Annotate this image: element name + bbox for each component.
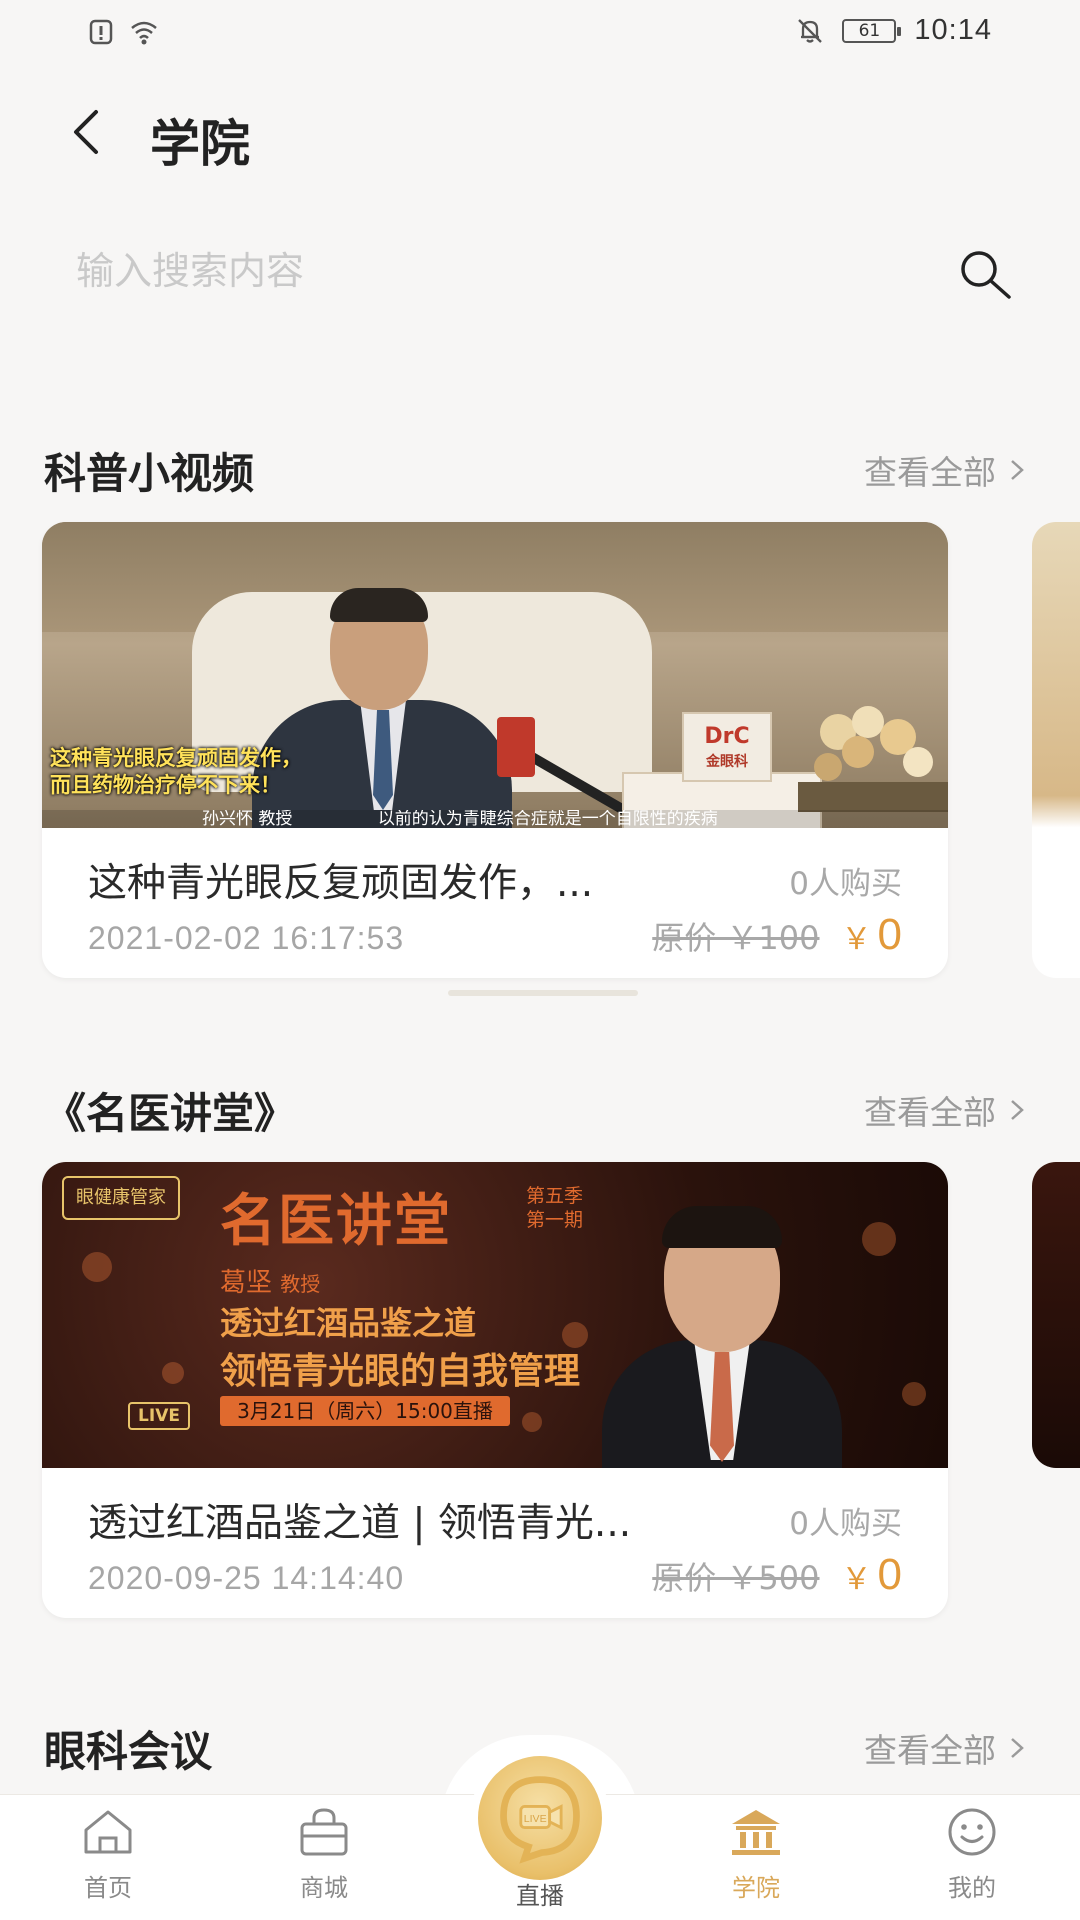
view-all-science-videos[interactable]: 查看全部 bbox=[864, 446, 1028, 494]
flowers-decoration bbox=[798, 706, 948, 812]
nav-label-live: 直播 bbox=[516, 1882, 564, 1910]
section-title-science-videos: 科普小视频 bbox=[44, 449, 255, 498]
mute-bell-icon bbox=[798, 18, 823, 43]
buyer-count: 0人购买 bbox=[789, 1506, 902, 1542]
buyer-count: 0人购买 bbox=[789, 866, 902, 902]
currency-symbol: ￥ bbox=[841, 923, 872, 956]
card-info: 透过红酒品鉴之道 | 领悟青光... 0人购买 2020-09-25 14:14… bbox=[42, 1468, 948, 1618]
academy-icon bbox=[732, 1810, 780, 1855]
lecture-line-2: 领悟青光眼的自我管理 bbox=[220, 1351, 581, 1392]
card-title: 这种青光眼反复顽固发作，... bbox=[88, 861, 594, 906]
brand-mark: DrC bbox=[704, 724, 750, 749]
view-all-label: 查看全部 bbox=[864, 1731, 996, 1770]
view-all-meetings[interactable]: 查看全部 bbox=[864, 1724, 1028, 1772]
nav-item-mine[interactable]: 我的 bbox=[902, 1806, 1042, 1903]
search-bar bbox=[60, 226, 1020, 316]
product-box: DrC 金眼科 bbox=[682, 712, 772, 782]
episode-number: 第一期 bbox=[526, 1209, 584, 1231]
doctor-figure bbox=[602, 1206, 842, 1468]
speaker-name: 孙兴怀 教授 bbox=[202, 810, 293, 828]
section-title-famous-doctor: 《名医讲堂》 bbox=[44, 1089, 297, 1138]
microphone-icon bbox=[497, 717, 535, 777]
current-price: ￥ 0 bbox=[842, 910, 902, 960]
header: 学院 bbox=[0, 80, 1080, 190]
live-camera-icon: LIVE bbox=[500, 1776, 580, 1864]
original-price: 原价 ￥500 bbox=[652, 1559, 820, 1597]
battery-level: 61 bbox=[858, 20, 881, 41]
price-value: 0 bbox=[877, 910, 902, 959]
nav-label-mine: 我的 bbox=[948, 1874, 996, 1902]
currency-symbol: ￥ bbox=[841, 1563, 872, 1596]
status-left bbox=[88, 18, 160, 46]
next-video-card-peek[interactable] bbox=[1032, 522, 1080, 978]
doctor-name-text: 葛坚 bbox=[220, 1268, 273, 1298]
nav-label-shop: 商城 bbox=[300, 1874, 348, 1902]
card-title: 透过红酒品鉴之道 | 领悟青光... bbox=[88, 1501, 632, 1546]
original-price: 原价 ￥100 bbox=[652, 919, 820, 957]
price-row: 原价 ￥500 ￥ 0 bbox=[652, 1550, 902, 1600]
search-icon[interactable] bbox=[954, 244, 1016, 306]
doctor-title: 教授 bbox=[280, 1272, 321, 1296]
brand-logo: 眼健康管家 bbox=[62, 1176, 180, 1220]
view-all-famous-doctor[interactable]: 查看全部 bbox=[864, 1086, 1028, 1134]
section-title-ophthalmology-meetings: 眼科会议 bbox=[44, 1727, 213, 1776]
search-input[interactable] bbox=[76, 226, 896, 316]
lecture-thumbnail: 眼健康管家 名医讲堂 第五季 第一期 葛坚 教授 透过红酒品鉴之道 领悟青光眼的… bbox=[42, 1162, 948, 1468]
live-button: LIVE bbox=[478, 1756, 602, 1880]
brand-name: 金眼科 bbox=[706, 754, 748, 770]
status-time: 10:14 bbox=[914, 14, 992, 46]
caption-line-1: 这种青光眼反复顽固发作， bbox=[50, 745, 302, 770]
chevron-right-icon bbox=[1011, 1738, 1024, 1758]
home-icon bbox=[84, 1810, 132, 1854]
thumbnail-subtitle-bar: 孙兴怀 教授 以前的认为青睫综合症就是一个自限性的疾病 bbox=[42, 810, 948, 828]
nav-item-home[interactable]: 首页 bbox=[38, 1806, 178, 1903]
smiley-icon bbox=[948, 1808, 996, 1856]
video-card[interactable]: DrC 金眼科 这种青光眼反复顽固发作， 而且药物治疗停不下来！ 孙兴怀 教授 … bbox=[42, 522, 948, 978]
season-number: 第五季 bbox=[526, 1185, 584, 1207]
current-price: ￥ 0 bbox=[842, 1550, 902, 1600]
doctor-name: 葛坚 教授 bbox=[220, 1262, 320, 1299]
wifi-icon bbox=[131, 21, 157, 45]
alert-icon bbox=[89, 19, 113, 45]
price-row: 原价 ￥100 ￥ 0 bbox=[652, 910, 902, 960]
view-all-label: 查看全部 bbox=[864, 453, 996, 492]
lecture-line-1: 透过红酒品鉴之道 bbox=[220, 1304, 477, 1342]
shop-bag-icon bbox=[300, 1808, 348, 1856]
season-label: 第五季 第一期 bbox=[526, 1184, 583, 1232]
caption-line-2: 而且药物治疗停不下来！ bbox=[50, 772, 281, 797]
lecture-heading: 名医讲堂 bbox=[220, 1188, 452, 1254]
video-thumbnail: DrC 金眼科 这种青光眼反复顽固发作， 而且药物治疗停不下来！ 孙兴怀 教授 … bbox=[42, 522, 948, 828]
live-badge: LIVE bbox=[128, 1402, 190, 1430]
chevron-right-icon bbox=[1011, 1100, 1024, 1120]
battery-indicator: 61 bbox=[842, 18, 902, 43]
status-right: 61 10:14 bbox=[796, 14, 992, 47]
lecture-card[interactable]: 眼健康管家 名医讲堂 第五季 第一期 葛坚 教授 透过红酒品鉴之道 领悟青光眼的… bbox=[42, 1162, 948, 1618]
next-lecture-card-peek[interactable] bbox=[1032, 1162, 1080, 1468]
chevron-right-icon bbox=[1011, 460, 1024, 480]
page-title: 学院 bbox=[150, 115, 250, 173]
price-value: 0 bbox=[877, 1550, 902, 1599]
carousel-scroll-indicator bbox=[448, 990, 638, 996]
nav-item-academy[interactable]: 学院 bbox=[686, 1806, 826, 1903]
view-all-label: 查看全部 bbox=[864, 1093, 996, 1132]
card-info: 这种青光眼反复顽固发作，... 0人购买 2021-02-02 16:17:53… bbox=[42, 828, 948, 978]
nav-item-shop[interactable]: 商城 bbox=[254, 1806, 394, 1903]
nav-item-live[interactable]: LIVE bbox=[470, 1748, 610, 1888]
status-bar: 61 10:14 bbox=[0, 0, 1080, 64]
thumbnail-subtitle: 以前的认为青睫综合症就是一个自限性的疾病 bbox=[377, 810, 718, 828]
thumbnail-caption: 这种青光眼反复顽固发作， 而且药物治疗停不下来！ bbox=[50, 744, 302, 798]
live-schedule: 3月21日（周六）15:00直播 bbox=[220, 1396, 510, 1426]
nav-label-academy: 学院 bbox=[732, 1874, 780, 1902]
svg-text:LIVE: LIVE bbox=[524, 1813, 547, 1825]
nav-label-home: 首页 bbox=[84, 1874, 132, 1902]
publish-date: 2020-09-25 14:14:40 bbox=[88, 1560, 405, 1596]
back-arrow-icon[interactable] bbox=[62, 102, 112, 162]
publish-date: 2021-02-02 16:17:53 bbox=[88, 920, 405, 956]
